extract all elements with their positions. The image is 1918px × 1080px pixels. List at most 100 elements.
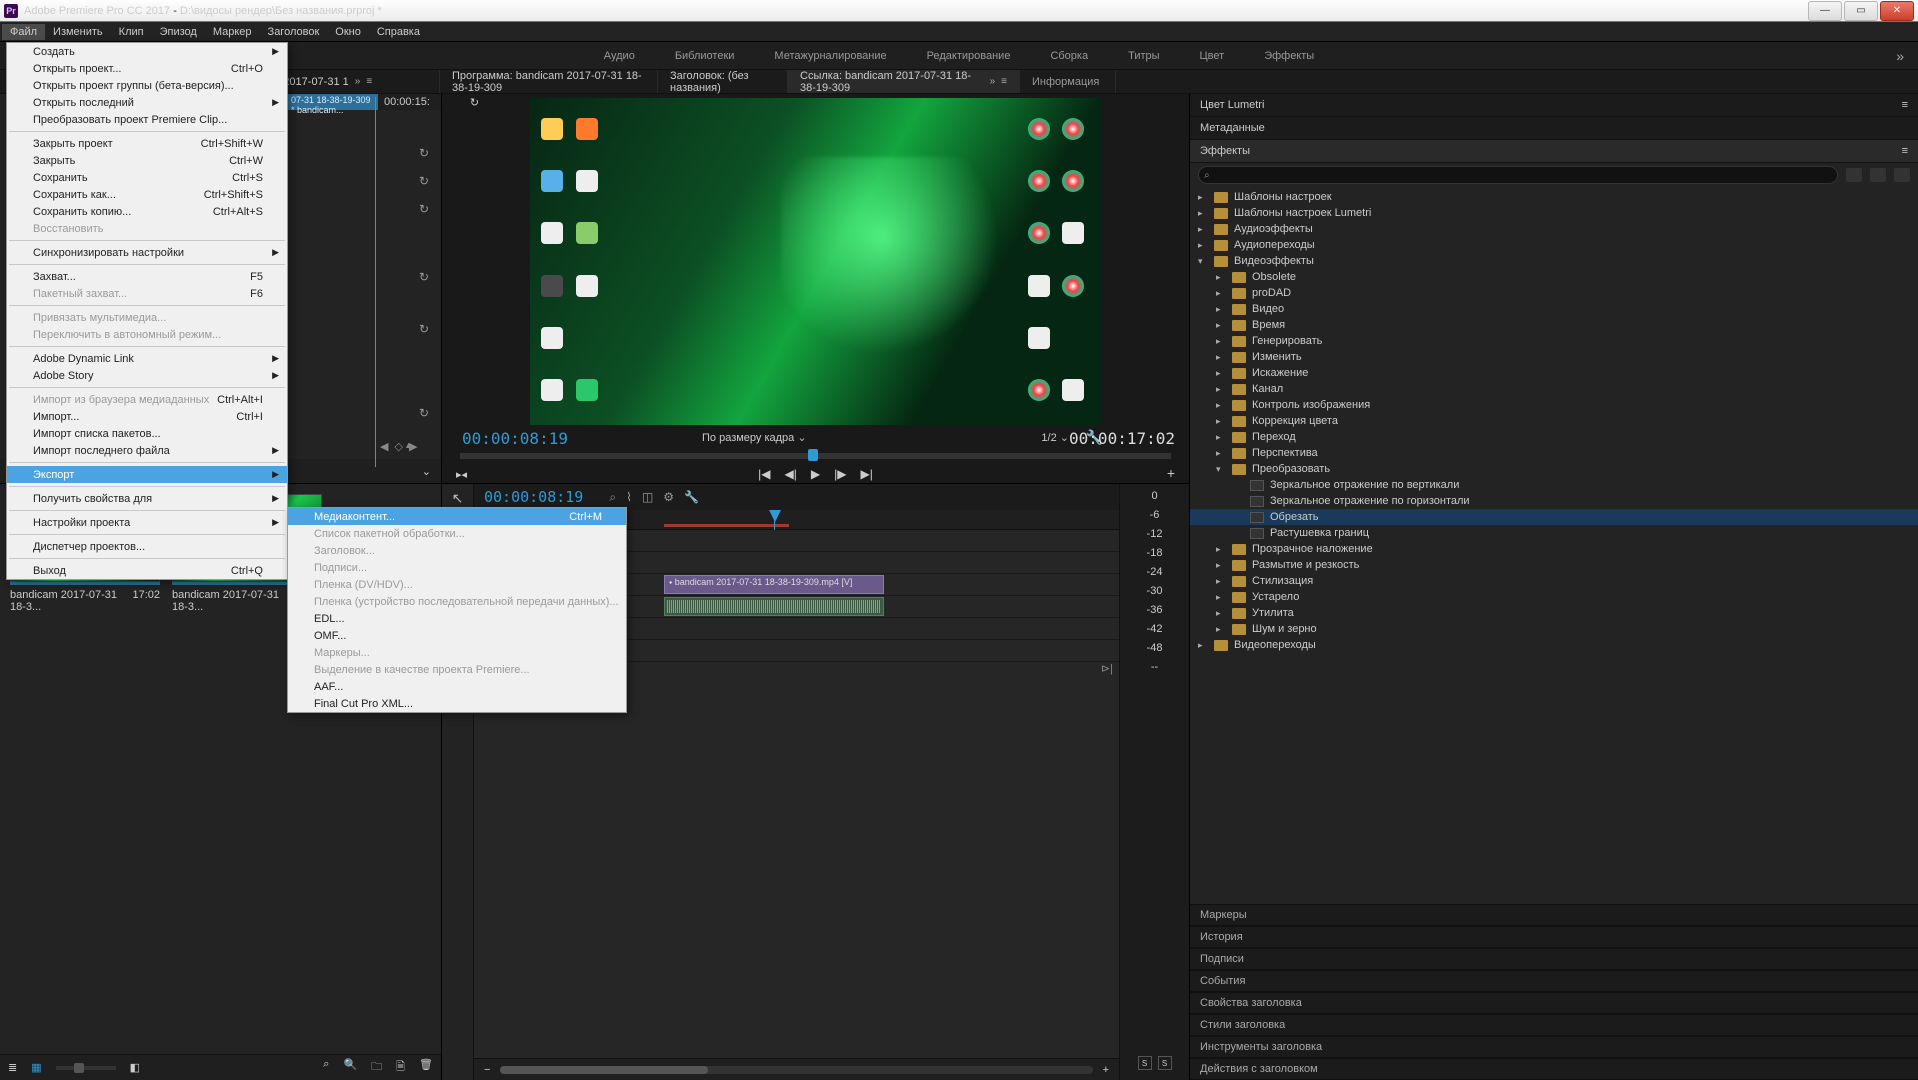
menu-эпизод[interactable]: Эпизод <box>152 24 205 40</box>
tree-node[interactable]: ▸Стилизация <box>1190 573 1918 589</box>
menu-item[interactable]: Преобразовать проект Premiere Clip... <box>7 111 287 128</box>
keyframe-reset-icon[interactable]: ↻ <box>419 146 429 160</box>
menu-окно[interactable]: Окно <box>327 24 369 40</box>
menu-item[interactable]: Список пакетной обработки... <box>288 525 626 542</box>
keyframe-reset-icon[interactable]: ↻ <box>419 174 429 188</box>
play-icon[interactable]: ▶ <box>811 467 820 481</box>
menu-справка[interactable]: Справка <box>369 24 428 40</box>
menu-item[interactable]: СохранитьCtrl+S <box>7 169 287 186</box>
tab-program[interactable]: Программа: bandicam 2017-07-31 18-38-19-… <box>440 70 658 93</box>
button-editor-icon[interactable]: + <box>1167 465 1175 481</box>
step-back-icon[interactable]: ◀| <box>785 467 797 481</box>
marker-icon[interactable]: ◫ <box>642 490 653 504</box>
menu-item[interactable]: Диспетчер проектов... <box>7 538 287 555</box>
find-icon[interactable]: 🔍 <box>343 1058 357 1077</box>
menu-заголовок[interactable]: Заголовок <box>260 24 328 40</box>
minimize-button[interactable]: — <box>1808 1 1842 21</box>
work-area-bar[interactable] <box>664 524 789 527</box>
prev-kf-icon[interactable]: ◀ <box>380 440 388 453</box>
menu-item[interactable]: Восстановить <box>7 220 287 237</box>
menu-item[interactable]: ВыходCtrl+Q <box>7 562 287 579</box>
workspace-Сборка[interactable]: Сборка <box>1044 46 1094 66</box>
overflow-icon[interactable]: » <box>355 76 361 87</box>
menu-item[interactable]: Настройки проекта▶ <box>7 514 287 531</box>
menu-item[interactable]: EDL... <box>288 610 626 627</box>
panel-Действия с заголовком[interactable]: Действия с заголовком <box>1190 1058 1918 1080</box>
effects-tree[interactable]: ▸Шаблоны настроек▸Шаблоны настроек Lumet… <box>1190 187 1918 904</box>
menu-item[interactable]: Выделение в качестве проекта Premiere... <box>288 661 626 678</box>
thumb-size-slider[interactable] <box>56 1066 116 1070</box>
tree-node[interactable]: ▸Время <box>1190 317 1918 333</box>
tree-node[interactable]: ▸Устарело <box>1190 589 1918 605</box>
tree-node[interactable]: ▸Размытие и резкость <box>1190 557 1918 573</box>
tree-node[interactable]: ▾Преобразовать <box>1190 461 1918 477</box>
workspace-Цвет[interactable]: Цвет <box>1194 46 1231 66</box>
workspace-Эффекты[interactable]: Эффекты <box>1258 46 1320 66</box>
menu-item[interactable]: Сохранить как...Ctrl+Shift+S <box>7 186 287 203</box>
menu-item[interactable]: Импорт последнего файла▶ <box>7 442 287 459</box>
tree-node[interactable]: ▾Видеоэффекты <box>1190 253 1918 269</box>
tree-node[interactable]: ▸Контроль изображения <box>1190 397 1918 413</box>
tab-reference[interactable]: Ссылка: bandicam 2017-07-31 18-38-19-309… <box>788 70 1020 93</box>
menu-item[interactable]: Получить свойства для▶ <box>7 490 287 507</box>
tree-node[interactable]: ▸Канал <box>1190 381 1918 397</box>
snap-icon[interactable]: ⌕ <box>609 490 616 505</box>
tree-node[interactable]: ▸Перспектива <box>1190 445 1918 461</box>
video-clip[interactable]: ⬩ bandicam 2017-07-31 18-38-19-309.mp4 [… <box>664 575 884 594</box>
playhead-icon[interactable] <box>769 510 781 522</box>
tree-node[interactable]: ▸Утилита <box>1190 605 1918 621</box>
workspace-Метажурналирование[interactable]: Метажурналирование <box>768 46 892 66</box>
settings-icon[interactable]: ⚙ <box>663 490 674 504</box>
tree-node[interactable]: ▸Переход <box>1190 429 1918 445</box>
overflow-icon[interactable]: » <box>1896 48 1904 64</box>
fx-badge-1-icon[interactable] <box>1846 168 1862 182</box>
panel-menu-icon[interactable]: ≡ <box>366 76 372 87</box>
menu-item[interactable]: Маркеры... <box>288 644 626 661</box>
zoom-in-icon[interactable]: + <box>1103 1064 1109 1076</box>
tree-node[interactable]: ▸Изменить <box>1190 349 1918 365</box>
new-item-icon[interactable]: 🗎 <box>396 1058 405 1077</box>
tree-node[interactable]: ▸Видеопереходы <box>1190 637 1918 653</box>
workspace-Аудио[interactable]: Аудио <box>598 46 641 66</box>
overflow-icon[interactable]: » <box>990 76 996 87</box>
menu-item[interactable]: Импорт списка пакетов... <box>7 425 287 442</box>
maximize-button[interactable]: ▭ <box>1844 1 1878 21</box>
delete-icon[interactable]: 🗑 <box>419 1058 433 1077</box>
tree-node[interactable]: ▸Генерировать <box>1190 333 1918 349</box>
next-kf-icon[interactable]: ▶ <box>409 440 417 453</box>
add-kf-icon[interactable]: ◇ <box>394 440 402 453</box>
go-out-icon[interactable]: ▶| <box>860 467 872 481</box>
zoom-out-icon[interactable]: − <box>484 1064 490 1076</box>
menu-item[interactable]: Открыть последний▶ <box>7 94 287 111</box>
effects-search-input[interactable] <box>1198 166 1838 184</box>
tree-node[interactable]: ▸Obsolete <box>1190 269 1918 285</box>
panel-Маркеры[interactable]: Маркеры <box>1190 904 1918 926</box>
tree-node[interactable]: Растушевка границ <box>1190 525 1918 541</box>
tab-title[interactable]: Заголовок: (без названия) <box>658 70 788 93</box>
menu-item[interactable]: AAF... <box>288 678 626 695</box>
step-fwd-icon[interactable]: |▶ <box>834 467 846 481</box>
menu-item[interactable]: Синхронизировать настройки▶ <box>7 244 287 261</box>
tree-node[interactable]: ▸Аудиоэффекты <box>1190 221 1918 237</box>
workspace-Редактирование[interactable]: Редактирование <box>921 46 1017 66</box>
tab-lumetri-color[interactable]: Цвет Lumetri≡ <box>1190 94 1918 117</box>
resolution-dropdown[interactable]: 1/2 ⌄ <box>1041 431 1069 444</box>
loop-icon[interactable]: ↻ <box>470 96 479 109</box>
tree-node[interactable]: ▸Прозрачное наложение <box>1190 541 1918 557</box>
keyframe-reset-icon[interactable]: ↻ <box>419 202 429 216</box>
menu-item[interactable]: Сохранить копию...Ctrl+Alt+S <box>7 203 287 220</box>
menu-item[interactable]: Создать▶ <box>7 43 287 60</box>
list-view-icon[interactable]: ≣ <box>8 1061 17 1074</box>
workspace-Титры[interactable]: Титры <box>1122 46 1165 66</box>
export-submenu[interactable]: Медиаконтент...Ctrl+MСписок пакетной обр… <box>287 507 627 713</box>
menu-item[interactable]: Открыть проект...Ctrl+O <box>7 60 287 77</box>
panel-История[interactable]: История <box>1190 926 1918 948</box>
program-timecode[interactable]: 00:00:08:19 <box>462 429 568 448</box>
zoom-fit-dropdown[interactable]: По размеру кадра ⌄ <box>702 431 807 444</box>
selection-tool-icon[interactable]: ↖ <box>452 490 464 507</box>
program-viewport[interactable] <box>530 98 1101 425</box>
menu-item[interactable]: Заголовок... <box>288 542 626 559</box>
keyframe-reset-icon[interactable]: ↻ <box>419 322 429 336</box>
wrench-icon[interactable]: 🔧 <box>684 490 699 504</box>
timeline-timecode[interactable]: 00:00:08:19 <box>484 488 583 506</box>
